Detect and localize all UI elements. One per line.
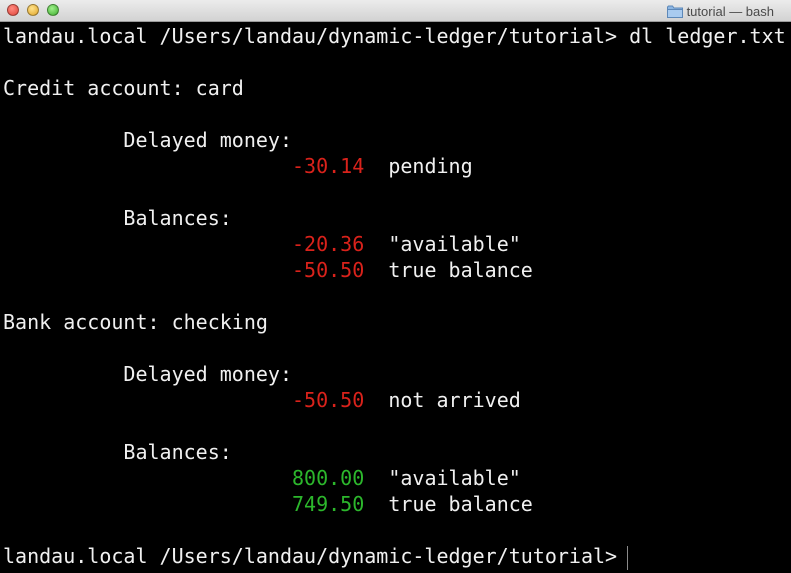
credit-balance-row: -50.50 true balance xyxy=(3,257,533,283)
bank-balance-row: 749.50 true balance xyxy=(3,491,533,517)
title-bar[interactable]: tutorial — bash xyxy=(0,0,791,22)
amount-value: -20.36 xyxy=(291,232,365,256)
amount-note: pending xyxy=(388,154,473,178)
bank-account-header: Bank account: checking xyxy=(3,310,268,334)
amount-value: 800.00 xyxy=(291,466,365,490)
amount-value: -30.14 xyxy=(291,154,365,178)
input-line[interactable]: landau.local /Users/landau/dynamic-ledge… xyxy=(3,543,629,570)
amount-note: not arrived xyxy=(388,388,521,412)
command-text: dl ledger.txt xyxy=(629,24,786,48)
credit-delayed-row: -30.14 pending xyxy=(3,153,473,179)
terminal-window: tutorial — bash landau.local /Users/land… xyxy=(0,0,791,573)
text-cursor xyxy=(627,545,629,570)
amount-note: "available" xyxy=(388,232,521,256)
window-title-text: tutorial — bash xyxy=(686,3,774,19)
amount-note: "available" xyxy=(388,466,521,490)
credit-balance-row: -20.36 "available" xyxy=(3,231,521,257)
folder-icon xyxy=(666,5,683,18)
command-line: landau.local /Users/landau/dynamic-ledge… xyxy=(3,23,786,49)
credit-balances-label: Balances: xyxy=(123,206,232,230)
amount-value: -50.50 xyxy=(291,258,365,282)
bank-balances-label: Balances: xyxy=(123,440,232,464)
amount-note: true balance xyxy=(388,492,533,516)
window-title: tutorial — bash xyxy=(666,3,774,19)
amount-note: true balance xyxy=(388,258,533,282)
zoom-button[interactable] xyxy=(47,4,59,16)
close-button[interactable] xyxy=(7,4,19,16)
credit-delayed-label: Delayed money: xyxy=(123,128,292,152)
amount-value: -50.50 xyxy=(291,388,365,412)
bank-delayed-row: -50.50 not arrived xyxy=(3,387,521,413)
credit-account-header: Credit account: card xyxy=(3,76,244,100)
bank-balance-row: 800.00 "available" xyxy=(3,465,521,491)
terminal-output[interactable]: landau.local /Users/landau/dynamic-ledge… xyxy=(0,22,791,573)
amount-value: 749.50 xyxy=(291,492,365,516)
prompt-text: landau.local /Users/landau/dynamic-ledge… xyxy=(3,24,630,48)
prompt-text: landau.local /Users/landau/dynamic-ledge… xyxy=(3,544,618,568)
bank-delayed-label: Delayed money: xyxy=(123,362,292,386)
minimize-button[interactable] xyxy=(27,4,39,16)
